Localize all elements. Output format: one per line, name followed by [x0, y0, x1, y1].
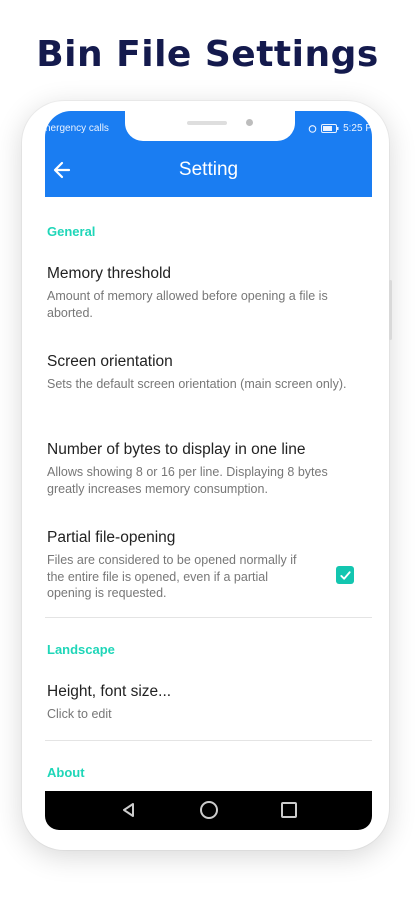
pref-title: Memory threshold	[47, 265, 172, 282]
phone-notch	[125, 111, 295, 141]
phone-screen: nergency calls 5:25 P Setting General Me…	[45, 111, 372, 830]
status-carrier: nergency calls	[45, 123, 109, 134]
battery-icon	[321, 124, 339, 133]
app-bar-title: Setting	[178, 159, 239, 180]
section-header-about: About	[47, 765, 85, 780]
section-divider	[45, 740, 372, 741]
section-header-general: General	[47, 224, 96, 239]
promo-title: Bin File Settings	[36, 34, 379, 75]
pref-title: Number of bytes to display in one line	[47, 441, 306, 458]
app-bar: nergency calls 5:25 P Setting	[45, 111, 372, 197]
alarm-icon	[308, 125, 317, 133]
pref-summary: Sets the default screen orientation (mai…	[47, 377, 347, 391]
section-divider	[45, 617, 372, 618]
partial-opening-checkbox[interactable]	[336, 566, 354, 584]
pref-summary: Click to edit	[47, 707, 112, 721]
square-recents-icon[interactable]	[281, 802, 297, 818]
status-right-group: 5:25 P	[308, 123, 372, 134]
section-header-landscape: Landscape	[47, 642, 115, 657]
system-nav-bar	[45, 791, 372, 830]
phone-side-button	[389, 280, 392, 340]
check-icon	[339, 570, 351, 580]
pref-summary: Allows showing 8 or 16 per line. Display…	[47, 465, 328, 496]
pref-title: Height, font size...	[47, 683, 172, 700]
pref-title: Partial file-opening	[47, 529, 176, 546]
triangle-back-icon[interactable]	[121, 802, 136, 818]
circle-home-icon[interactable]	[200, 801, 218, 819]
front-camera	[246, 119, 253, 126]
pref-summary: Amount of memory allowed before opening …	[47, 289, 328, 320]
speaker-grille	[187, 121, 227, 125]
pref-title: Screen orientation	[47, 353, 173, 370]
status-time: 5:25 P	[343, 123, 372, 134]
pref-summary: Files are considered to be opened normal…	[47, 553, 297, 600]
